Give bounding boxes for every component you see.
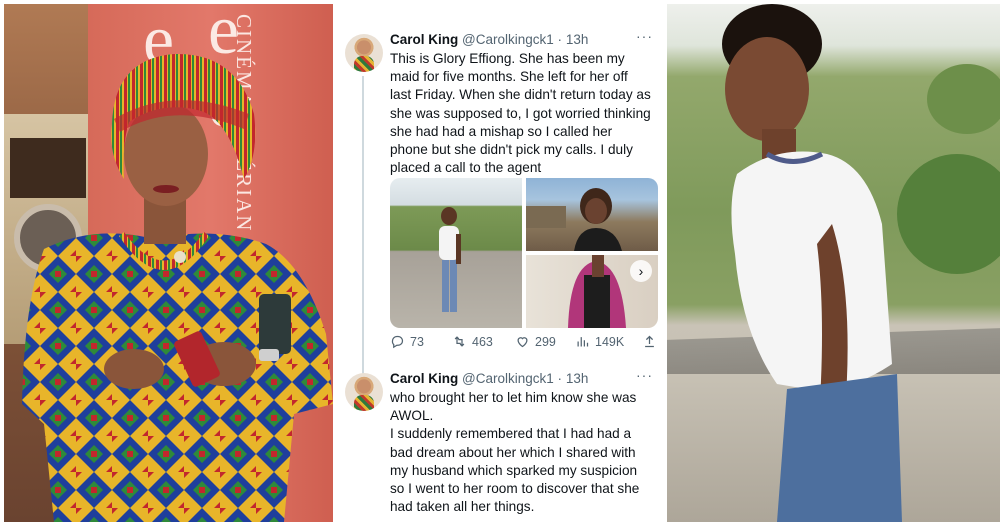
woman-figure	[22, 53, 333, 522]
avatar[interactable]	[345, 34, 383, 72]
left-photo-woman-in-ankara: e e e CINÉMA NIGÉRIAN	[4, 4, 333, 522]
next-arrow-icon[interactable]: ›	[630, 260, 652, 282]
tweet-header: Carol King @Carolkingck1 · 13h	[390, 32, 588, 47]
retweet-icon	[454, 336, 465, 347]
more-options-icon[interactable]: ···	[636, 367, 653, 383]
timestamp[interactable]: 13h	[566, 371, 589, 386]
author-name[interactable]: Carol King	[390, 371, 458, 386]
timestamp[interactable]: 13h	[566, 32, 589, 47]
thread-connector	[362, 76, 364, 381]
young-woman-figure	[722, 4, 902, 522]
retweet-button[interactable]: 463	[452, 334, 493, 349]
views-button[interactable]: 149K	[575, 334, 624, 349]
tweet-actions: 73 463 299 149K	[390, 334, 660, 352]
avatar[interactable]	[345, 373, 383, 411]
reply-icon	[391, 335, 404, 349]
tweet-thread: Carol King @Carolkingck1 · 13h ··· This …	[333, 0, 667, 525]
share-button[interactable]	[642, 334, 657, 349]
views-count: 149K	[595, 334, 625, 349]
like-icon	[517, 337, 528, 348]
media-photo-2[interactable]	[526, 178, 658, 251]
media-photo-1[interactable]	[390, 178, 522, 328]
author-handle[interactable]: @Carolkingck1	[462, 32, 554, 47]
separator-dot: ·	[557, 371, 563, 386]
like-button[interactable]: 299	[515, 334, 556, 349]
separator-dot: ·	[557, 32, 563, 47]
retweet-count: 463	[472, 334, 493, 349]
reply-button[interactable]: 73	[390, 334, 424, 349]
reply-count: 73	[410, 334, 424, 349]
tweet-text: who brought her to let him know she was …	[390, 390, 640, 515]
author-name[interactable]: Carol King	[390, 32, 458, 47]
author-handle[interactable]: @Carolkingck1	[462, 371, 554, 386]
more-options-icon[interactable]: ···	[636, 28, 653, 44]
share-icon	[645, 335, 654, 348]
like-count: 299	[535, 334, 556, 349]
tweet-media-grid[interactable]: ›	[390, 178, 658, 328]
views-icon	[577, 337, 589, 347]
tweet-text: This is Glory Effiong. She has been my m…	[390, 51, 651, 176]
tweet-header: Carol King @Carolkingck1 · 13h	[390, 371, 588, 386]
right-photo-young-woman	[667, 4, 1000, 522]
